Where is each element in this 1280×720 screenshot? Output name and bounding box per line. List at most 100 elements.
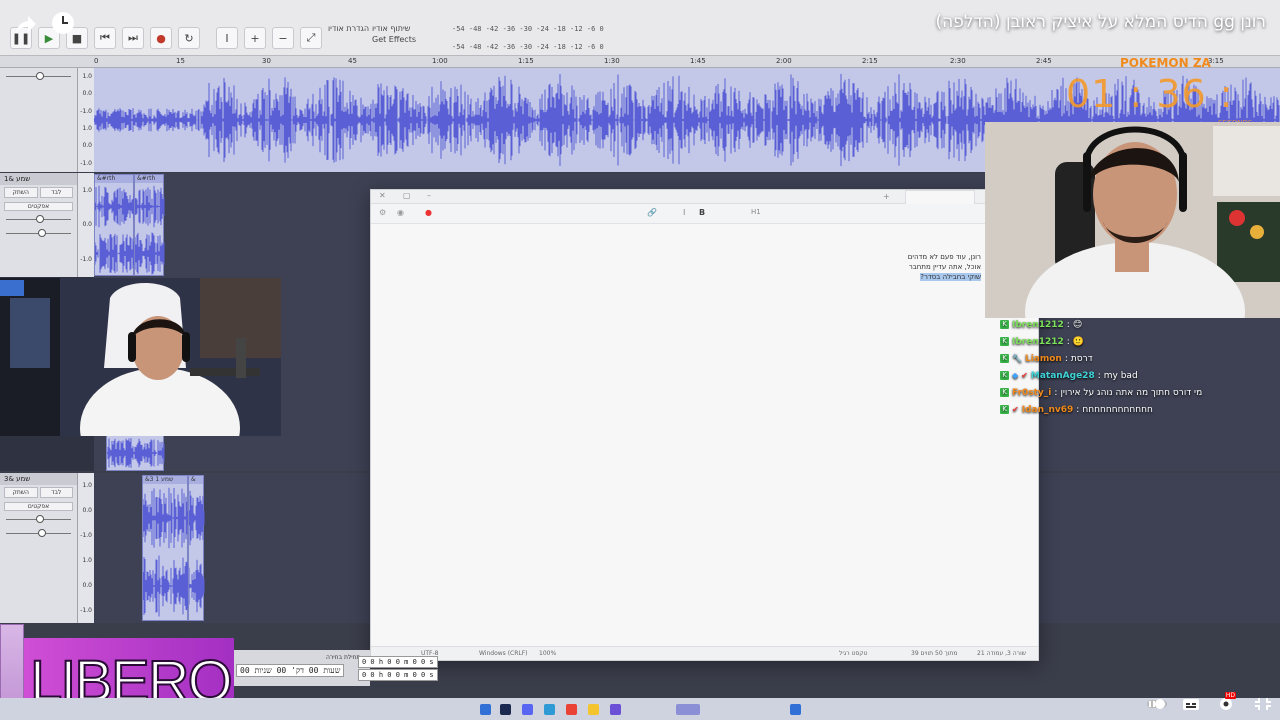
link-icon[interactable]: 🔗: [647, 208, 657, 217]
close-icon[interactable]: ✕: [379, 191, 386, 200]
fit-icon[interactable]: ⤢: [300, 27, 322, 49]
exit-fullscreen-icon[interactable]: [1254, 696, 1272, 710]
chrome-icon[interactable]: [566, 704, 577, 715]
audio-setup[interactable]: הגדרת אודיו: [328, 24, 369, 52]
level-meter[interactable]: -54 -48 -42 -36 -30 -24 -18 -12 -6 0 -54…: [452, 20, 604, 56]
scale-label: 1.0: [82, 557, 92, 564]
ruler-tick: 1:30: [604, 57, 620, 65]
app-icon[interactable]: [676, 704, 700, 715]
track-control-panel[interactable]: [0, 68, 78, 172]
zoom-out-icon[interactable]: −: [272, 27, 294, 49]
steam-icon[interactable]: [500, 704, 511, 715]
waveform-path: [188, 490, 205, 546]
watch-later-icon[interactable]: [52, 12, 74, 34]
track-name[interactable]: שמע &1: [0, 173, 77, 185]
gain-slider[interactable]: [6, 513, 71, 525]
webcam-right: [985, 122, 1280, 318]
ruler-tick: 2:00: [776, 57, 792, 65]
effects-button[interactable]: אפקטים: [4, 502, 73, 511]
track-control-panel[interactable]: שמע &3 השתק לבד אפקטים: [0, 473, 78, 623]
edge-icon[interactable]: [544, 704, 555, 715]
clip-waveform: [106, 438, 165, 468]
share-icon[interactable]: [14, 14, 38, 36]
track-control-panel[interactable]: שמע &1 השתק לבד אפקטים: [0, 173, 78, 277]
waveform-path: [188, 559, 205, 613]
heading-button[interactable]: H1: [751, 208, 761, 216]
waveform-path: [134, 185, 165, 228]
audio-clip[interactable]: &: [188, 475, 205, 621]
notepad-text[interactable]: רונן, עוד פעם לא מדהים אוכל, אתה עדיין מ…: [908, 252, 981, 282]
audacity-icon[interactable]: [610, 704, 621, 715]
gain-slider[interactable]: [6, 70, 71, 82]
chat-text: 😊: [1072, 319, 1083, 330]
selection-toolbar: 00 שעות 00 דק' 00 שניות תחילת בחירה: [234, 650, 370, 686]
chat-text: :: [1064, 353, 1068, 364]
scale-label: -1.0: [80, 107, 92, 115]
autoplay-toggle-icon[interactable]: [1146, 696, 1167, 710]
gain-slider[interactable]: [6, 213, 71, 225]
audio-clip[interactable]: &3 שמע 1: [142, 475, 189, 621]
notepad-window[interactable]: ✕ ▢ – + ⚙ ◉ ● 🔗 I B H1 רונן, עוד פעם לא …: [370, 189, 1039, 661]
record-button[interactable]: ●: [150, 27, 172, 49]
skip-end-button[interactable]: ⏭: [122, 27, 144, 49]
scale-label: -1.0: [80, 607, 92, 614]
settings-gear-icon[interactable]: HD: [1218, 692, 1236, 710]
audio-clip[interactable]: &#rth: [134, 174, 165, 276]
italic-icon[interactable]: I: [683, 208, 685, 217]
waveform-path: [142, 555, 189, 617]
get-effects-label[interactable]: Get Effects: [372, 35, 416, 44]
notepad-toolbar: ⚙ ◉ ● 🔗 I B H1: [371, 204, 1038, 224]
gem-icon: ◆: [1012, 371, 1019, 380]
audio-clip[interactable]: [106, 435, 165, 471]
file-explorer-icon[interactable]: [588, 704, 599, 715]
new-tab-icon[interactable]: +: [883, 192, 890, 201]
bold-icon[interactable]: B: [699, 208, 705, 217]
discord-icon[interactable]: [522, 704, 533, 715]
selection-start-field[interactable]: 0 0 h 0 0 m 0 0 s: [358, 656, 438, 668]
clip-waveform: [134, 185, 165, 275]
mute-button[interactable]: השתק: [4, 187, 38, 198]
check-icon: ✔: [1021, 371, 1028, 380]
loop-button[interactable]: ↻: [178, 27, 200, 49]
pan-slider[interactable]: [6, 527, 71, 539]
notepad-titlebar[interactable]: ✕ ▢ – +: [371, 190, 1038, 204]
solo-button[interactable]: לבד: [39, 487, 73, 498]
solo-button[interactable]: לבד: [39, 187, 73, 198]
effects-button[interactable]: אפקטים: [4, 202, 73, 211]
track-name[interactable]: שמע &3: [0, 473, 77, 485]
copilot-icon[interactable]: ●: [425, 208, 432, 217]
minimize-icon[interactable]: –: [427, 191, 431, 200]
ai-icon[interactable]: ◉: [397, 208, 404, 217]
scale-label: 1.0: [82, 73, 92, 81]
zoom-in-icon[interactable]: +: [244, 27, 266, 49]
share-audio-label[interactable]: שיתוף אודיו: [372, 24, 410, 33]
notepad-statusbar: UTF-8 Windows (CRLF) 100% טקסט רגיל 39 מ…: [371, 646, 1038, 660]
chat-username: Idan_nv69: [1021, 404, 1074, 415]
chat-text: :: [1076, 404, 1080, 415]
pan-slider[interactable]: [6, 227, 71, 239]
text-line: רונן, עוד פעם לא מדהים: [907, 253, 981, 261]
scale-label: 1.0: [82, 482, 92, 489]
mute-button[interactable]: השתק: [4, 487, 38, 498]
audio-clip[interactable]: &#rth: [94, 174, 135, 276]
settings-icon[interactable]: ⚙: [379, 208, 386, 217]
timeline-ruler[interactable]: 0 15 30 45 1:00 1:15 1:30 1:45 2:00 2:15…: [0, 56, 1280, 68]
ruler-tick: 1:00: [432, 57, 448, 65]
chat-username: Ibren1212: [1012, 319, 1064, 330]
maximize-icon[interactable]: ▢: [403, 191, 411, 200]
taskbar-app-icon[interactable]: [790, 704, 801, 715]
selection-tool-icon[interactable]: I: [216, 27, 238, 49]
skip-start-button[interactable]: ⏮: [94, 27, 116, 49]
chat-message: K Ibren1212 : 🙂: [1000, 333, 1272, 350]
waveform-path: [94, 233, 135, 274]
chars-label: 39 מתוך 50 תווים: [911, 650, 958, 657]
zoom-label: 100%: [539, 650, 557, 657]
start-icon[interactable]: [480, 704, 491, 715]
tab[interactable]: [905, 190, 975, 204]
chat-text: :: [1054, 387, 1058, 398]
share-effects: שיתוף אודיו Get Effects: [372, 24, 416, 52]
audio-position-field[interactable]: 00 שעות 00 דק' 00 שניות: [236, 664, 345, 677]
scale-label: 1.0: [82, 125, 92, 133]
selection-end-field[interactable]: 0 0 h 0 0 m 0 0 s: [358, 669, 438, 681]
subtitles-icon[interactable]: [1182, 696, 1200, 710]
